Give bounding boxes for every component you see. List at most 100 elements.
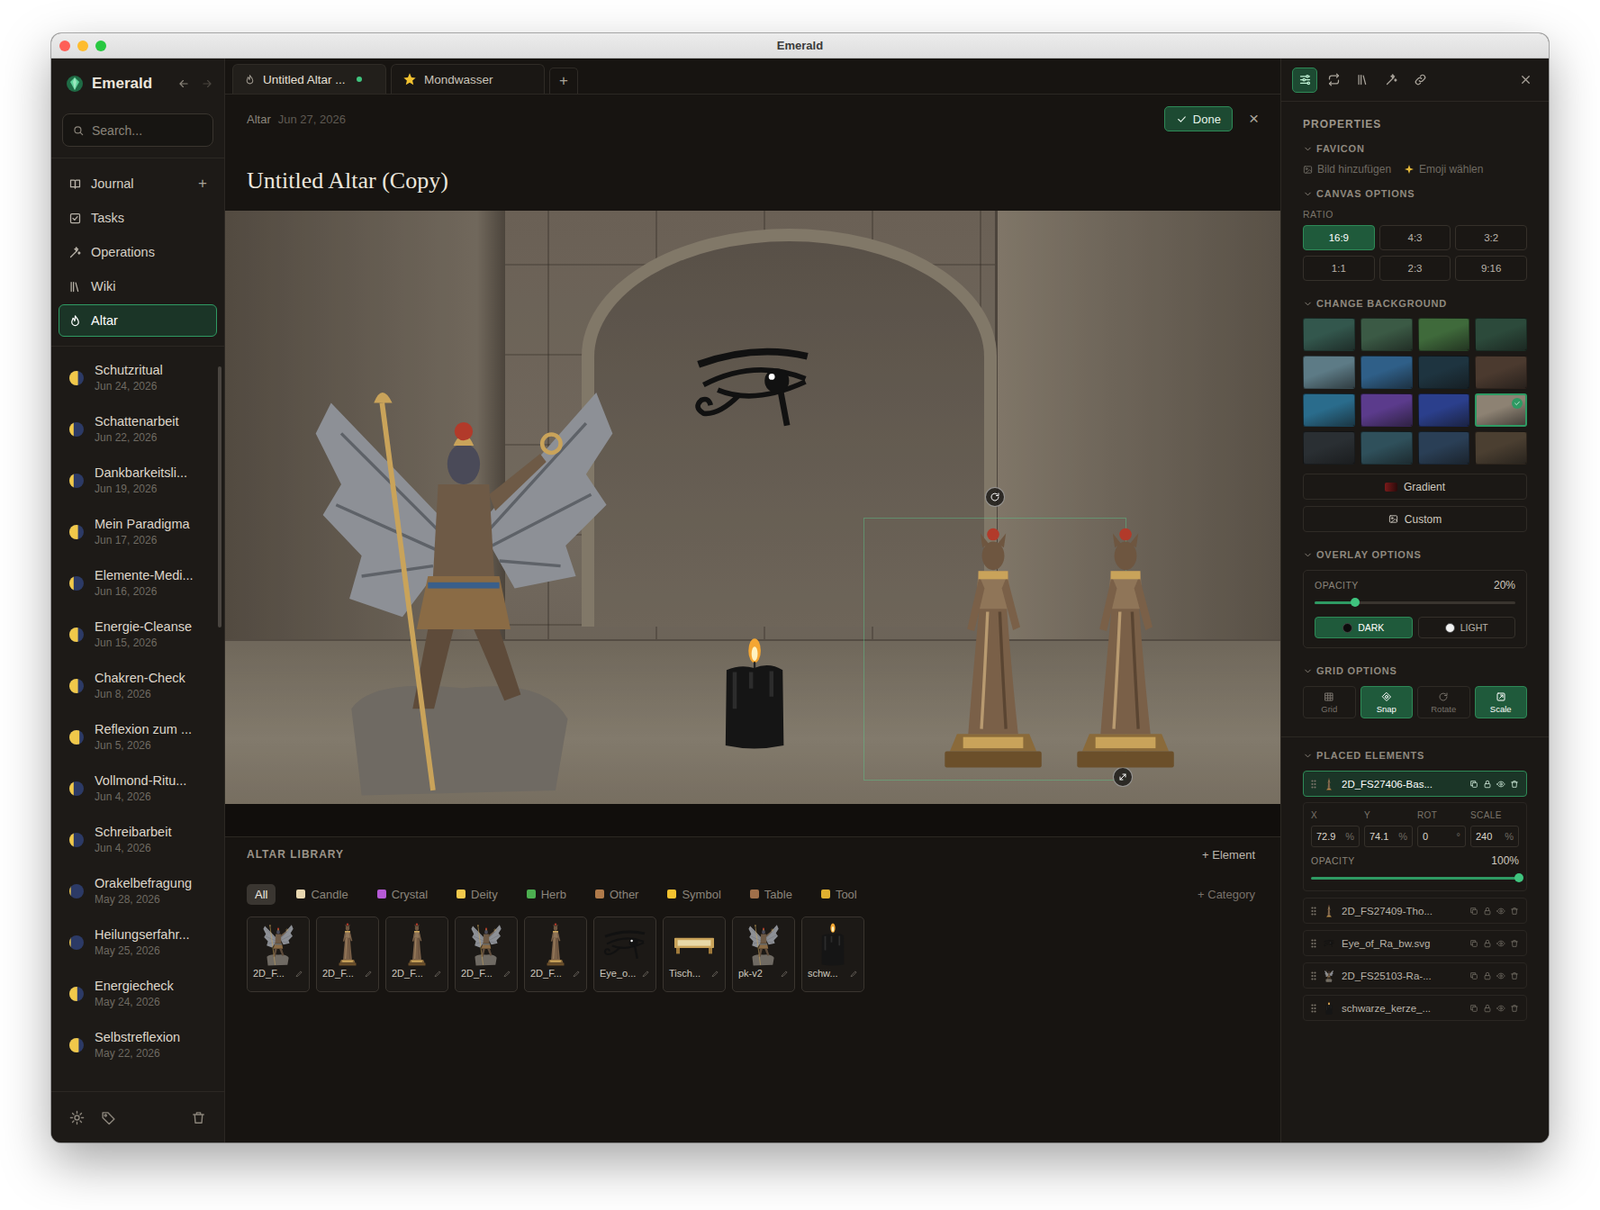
library-item[interactable]: 2D_F... [246,916,310,993]
placed-element[interactable] [1066,524,1185,770]
links-tab[interactable] [1407,67,1433,93]
background-swatch[interactable] [1360,431,1413,465]
altar-canvas[interactable] [225,210,1281,805]
tab[interactable]: Mondwasser [390,63,545,94]
background-swatch[interactable] [1418,355,1471,389]
scrollbar[interactable] [217,366,222,628]
done-button[interactable]: Done [1164,106,1233,132]
placed-element-row[interactable]: 2D_FS27406-Bas... [1302,770,1528,797]
background-swatch[interactable] [1474,431,1528,465]
background-swatch[interactable] [1302,355,1356,389]
properties-tab[interactable] [1292,67,1318,93]
grid-option-button[interactable]: Grid [1302,686,1356,719]
add-journal-button[interactable]: + [198,174,208,193]
background-swatch[interactable] [1474,355,1528,389]
choose-emoji-button[interactable]: Emoji wählen [1403,162,1483,176]
overlay-mode-button[interactable]: LIGHT [1418,616,1517,639]
drag-handle-icon[interactable] [1310,939,1317,949]
entry-item[interactable]: Energie-Cleanse Jun 15, 2026 [60,608,216,660]
entry-item[interactable]: Reflexion zum ... Jun 5, 2026 [60,711,216,763]
library-item[interactable]: 2D_F... [385,916,449,993]
zoom-window-button[interactable] [95,40,107,52]
visibility-button[interactable] [1496,1003,1506,1013]
library-item[interactable]: 2D_F... [316,916,380,993]
library-item[interactable]: pk-v2 [732,916,796,993]
edit-item-button[interactable] [433,969,443,978]
close-panel-button[interactable] [1512,67,1538,93]
entry-item[interactable]: Energiecheck May 24, 2026 [60,967,216,1020]
section-header[interactable]: GRID OPTIONS [1302,664,1528,678]
category-chip[interactable]: Symbol [659,884,729,905]
drag-handle-icon[interactable] [1310,779,1317,789]
ratio-button[interactable]: 16:9 [1302,225,1375,251]
magic-tab[interactable] [1378,67,1404,93]
section-header[interactable]: OVERLAY OPTIONS [1302,548,1528,561]
lock-button[interactable] [1482,779,1492,789]
entry-item[interactable]: Vollmond-Ritu... Jun 4, 2026 [60,762,216,814]
section-header[interactable]: PLACED ELEMENTS [1302,749,1528,762]
overlay-mode-button[interactable]: DARK [1314,616,1413,639]
section-header[interactable]: FAVICON [1302,142,1528,155]
entry-item[interactable]: Heilungserfahr... May 25, 2026 [60,916,216,968]
placed-element[interactable] [310,371,617,802]
library-item[interactable]: schw... [801,916,865,993]
background-swatch[interactable] [1474,317,1528,352]
add-category-button[interactable]: + Category [1197,887,1256,902]
resize-handle[interactable] [1112,767,1133,787]
add-element-button[interactable]: + Element [1202,848,1256,862]
placed-element[interactable] [720,637,789,751]
close-window-button[interactable] [59,40,71,52]
placed-element[interactable] [693,343,813,429]
add-image-button[interactable]: Bild hinzufügen [1302,162,1392,176]
background-swatch[interactable] [1418,393,1471,427]
entry-item[interactable]: Schreibarbeit Jun 4, 2026 [60,813,216,866]
ratio-button[interactable]: 2:3 [1379,255,1452,281]
visibility-button[interactable] [1496,939,1506,949]
back-button[interactable] [177,77,190,91]
field-input[interactable]: 74.1% [1364,825,1413,848]
entry-item[interactable]: Orakelbefragung May 28, 2026 [60,865,216,917]
edit-item-button[interactable] [503,969,512,978]
field-input[interactable]: 240% [1470,825,1519,848]
visibility-button[interactable] [1496,779,1506,789]
edit-item-button[interactable] [572,969,581,978]
section-header[interactable]: CANVAS OPTIONS [1302,187,1528,200]
grid-option-button[interactable]: Snap [1360,686,1414,719]
close-editor-button[interactable]: × [1248,108,1259,129]
background-swatch[interactable] [1360,393,1413,427]
visibility-button[interactable] [1496,906,1506,916]
delete-button[interactable] [1509,1003,1519,1013]
duplicate-button[interactable] [1469,779,1479,789]
background-swatch[interactable] [1360,355,1413,389]
background-swatch[interactable] [1302,431,1356,465]
lock-button[interactable] [1482,1003,1492,1013]
settings-button[interactable] [69,1110,85,1126]
field-input[interactable]: 72.9% [1310,825,1360,848]
new-tab-button[interactable]: + [549,67,579,94]
entry-item[interactable]: Dankbarkeitsli... Jun 19, 2026 [60,454,216,507]
visibility-button[interactable] [1496,971,1506,981]
category-chip[interactable]: All [246,884,276,905]
category-chip[interactable]: Other [587,884,648,905]
background-swatch[interactable] [1418,431,1471,465]
overlay-opacity-slider[interactable] [1314,596,1516,608]
ratio-button[interactable]: 3:2 [1455,225,1528,251]
placed-element-row[interactable]: schwarze_kerze_... [1302,994,1528,1022]
lock-button[interactable] [1482,939,1492,949]
trash-button[interactable] [190,1110,207,1126]
ratio-button[interactable]: 4:3 [1379,225,1452,251]
duplicate-button[interactable] [1469,971,1479,981]
edit-item-button[interactable] [364,969,373,978]
transform-tab[interactable] [1320,67,1347,93]
search-field[interactable] [62,113,214,147]
breadcrumb[interactable]: Altar [246,112,272,127]
entry-item[interactable]: Selbstreflexion May 22, 2026 [60,1019,216,1071]
background-swatch[interactable] [1418,317,1471,352]
tab[interactable]: Untitled Altar ... [232,63,387,94]
edit-item-button[interactable] [641,969,651,978]
placed-element-row[interactable]: 2D_FS27409-Tho... [1302,897,1528,924]
background-swatch[interactable] [1302,393,1356,427]
background-swatch[interactable] [1360,317,1413,352]
lock-button[interactable] [1482,906,1492,916]
grid-option-button[interactable]: Rotate [1417,686,1471,719]
